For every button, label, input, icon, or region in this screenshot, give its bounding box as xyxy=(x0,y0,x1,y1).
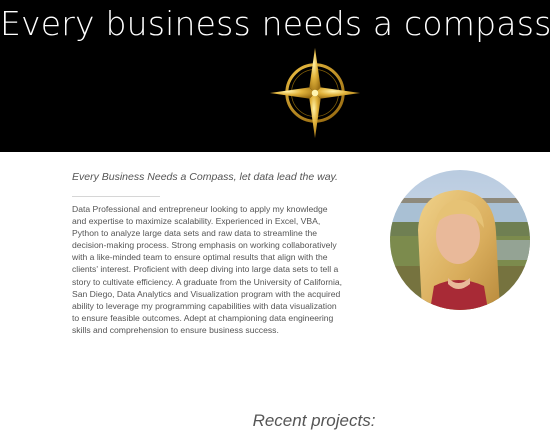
profile-photo xyxy=(390,170,530,310)
hero-banner: Every business needs a compass xyxy=(0,0,550,152)
hero-title: Every business needs a compass xyxy=(0,4,550,43)
profile-photo-image xyxy=(390,170,530,310)
compass-rose-icon xyxy=(269,47,361,139)
divider xyxy=(72,196,160,197)
bio-paragraph: Data Professional and entrepreneur looki… xyxy=(72,204,343,335)
tagline: Every Business Needs a Compass, let data… xyxy=(72,171,338,183)
recent-projects-heading: Recent projects: xyxy=(252,411,376,430)
